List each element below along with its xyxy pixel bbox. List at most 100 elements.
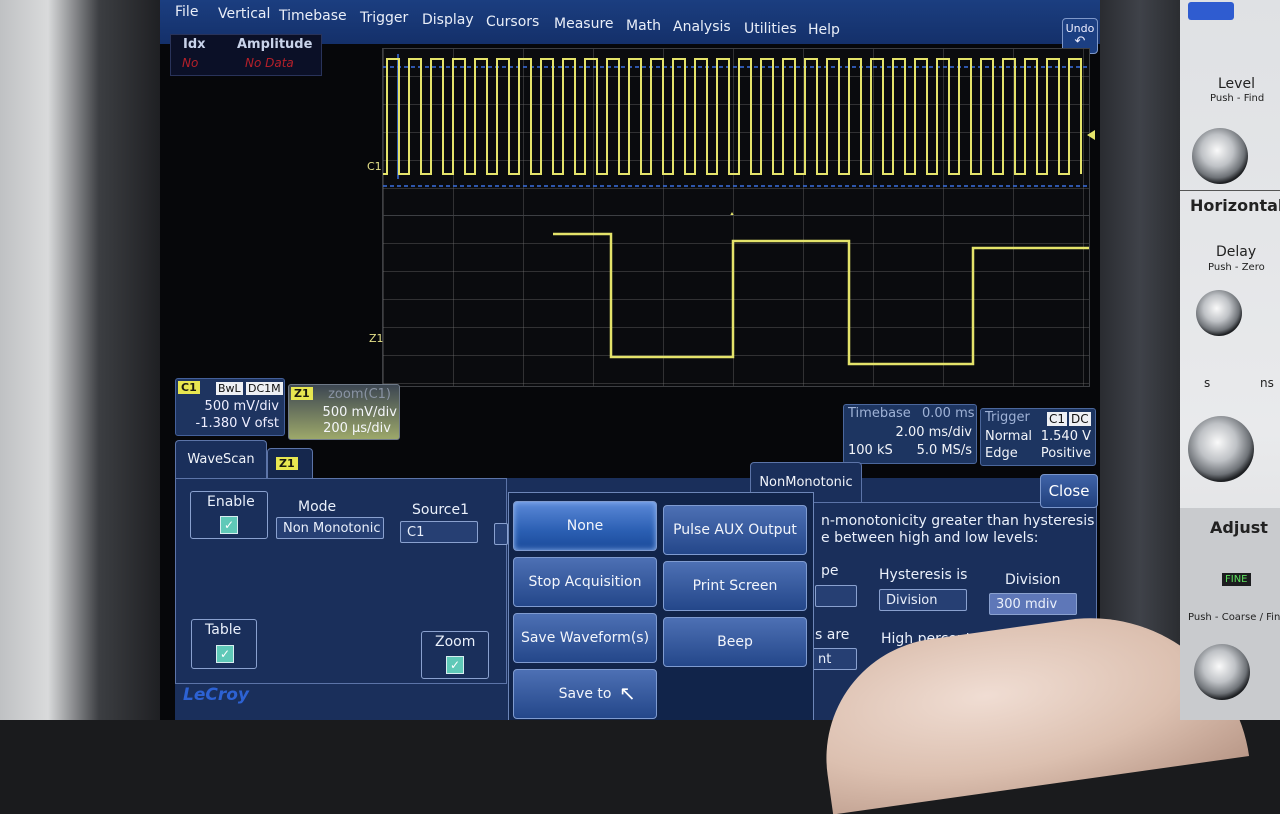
c1-scale: 500 mV/div: [204, 399, 279, 414]
timebase-samples: 100 kS: [848, 443, 893, 458]
table-checkbox-group[interactable]: Table ✓: [191, 619, 257, 669]
nanoseconds-label: ns: [1260, 376, 1274, 390]
nonmono-description-line2: e between high and low levels:: [821, 530, 1039, 546]
hardware-control-panel: Level Push - Find Horizontal Delay Push …: [1180, 0, 1280, 720]
timebase-knob[interactable]: [1188, 416, 1254, 482]
seconds-label: s: [1204, 376, 1211, 390]
action-stop-acquisition-button[interactable]: Stop Acquisition: [513, 557, 657, 607]
menu-trigger[interactable]: Trigger: [360, 10, 408, 26]
level-sub-label: Push - Find: [1210, 93, 1265, 104]
scope-bezel-left: [0, 0, 160, 720]
tab-z1-label: Z1: [276, 457, 298, 470]
timebase-label: Timebase: [848, 406, 911, 421]
table-label: Table: [205, 622, 242, 638]
c1-bw-badge: BwL: [216, 382, 243, 395]
action-print-screen-button[interactable]: Print Screen: [663, 561, 807, 611]
z1-time: 200 µs/div: [323, 421, 391, 436]
menu-display[interactable]: Display: [422, 12, 474, 28]
measurement-table[interactable]: Idx Amplitude No No Data: [170, 34, 322, 76]
menu-file[interactable]: File: [175, 4, 198, 20]
blue-hardware-button[interactable]: [1188, 2, 1234, 20]
tab-wavescan[interactable]: WaveScan: [175, 440, 267, 479]
trigger-coupling-badge: DC: [1069, 412, 1091, 426]
amplitude-value: No Data: [245, 56, 294, 70]
adjust-label: Adjust: [1210, 518, 1268, 537]
trigger-descriptor[interactable]: Trigger C1 DC Normal 1.540 V Edge Positi…: [980, 408, 1096, 466]
menu-math[interactable]: Math: [626, 18, 661, 34]
action-pulse-aux-button[interactable]: Pulse AUX Output: [663, 505, 807, 555]
timebase-delay: 0.00 ms: [922, 406, 975, 421]
timebase-descriptor[interactable]: Timebase 0.00 ms 2.00 ms/div 100 kS 5.0 …: [843, 404, 977, 464]
division-input[interactable]: 300 mdiv: [989, 593, 1077, 615]
menu-help[interactable]: Help: [808, 22, 840, 38]
z1-descriptor[interactable]: Z1 zoom(C1) 500 mV/div 200 µs/div: [288, 384, 400, 440]
enable-label: Enable: [207, 494, 255, 510]
table-checkbox[interactable]: ✓: [216, 645, 234, 663]
adjust-sub-label: Push - Coarse / Fine: [1188, 612, 1280, 623]
menu-utilities[interactable]: Utilities: [744, 21, 797, 37]
adjust-knob[interactable]: [1194, 644, 1250, 700]
slope-label-partial: pe: [821, 563, 839, 579]
menu-vertical[interactable]: Vertical: [218, 6, 270, 22]
z1-zoom-trace: [553, 232, 1089, 366]
levels-select-partial[interactable]: nt: [811, 648, 857, 670]
enable-checkbox[interactable]: ✓: [220, 516, 238, 534]
idx-value: No: [182, 56, 199, 70]
tab-wavescan-label: WaveScan: [187, 452, 255, 467]
timebase-rate: 5.0 MS/s: [916, 443, 972, 458]
action-save-waveform-button[interactable]: Save Waveform(s): [513, 613, 657, 663]
action-beep-button[interactable]: Beep: [663, 617, 807, 667]
delay-sub-label: Push - Zero: [1208, 262, 1265, 273]
timebase-per-div: 2.00 ms/div: [895, 425, 972, 440]
horizontal-label: Horizontal: [1190, 196, 1280, 215]
scope-bezel-right: [1100, 0, 1180, 720]
mode-select[interactable]: Non Monotonic: [276, 517, 384, 539]
tab-z1[interactable]: Z1: [267, 448, 313, 479]
panel-divider: [1180, 190, 1280, 191]
source2-select-partial[interactable]: [494, 523, 508, 545]
mode-label: Mode: [298, 499, 337, 515]
action-popup-menu: None Pulse AUX Output Stop Acquisition P…: [508, 492, 814, 720]
c1-offset: -1.380 V ofst: [195, 416, 279, 431]
tab-nonmonotonic-label: NonMonotonic: [759, 475, 853, 490]
fine-indicator: FINE: [1222, 573, 1251, 586]
trigger-type: Edge: [985, 446, 1018, 461]
menu-cursors[interactable]: Cursors: [486, 14, 539, 30]
menu-analysis[interactable]: Analysis: [673, 19, 731, 35]
c1-descriptor[interactable]: C1 BwL DC1M 500 mV/div -1.380 V ofst: [175, 378, 285, 436]
wavescan-panel: Enable ✓ Mode Non Monotonic Source1 C1 T…: [175, 478, 508, 705]
slope-select-partial[interactable]: [815, 585, 857, 607]
trigger-level: 1.540 V: [1040, 429, 1091, 444]
undo-arrow-icon: ↶: [1074, 34, 1086, 49]
scope-screen: File Vertical Timebase Trigger Display C…: [160, 0, 1100, 720]
hysteresis-select[interactable]: Division: [879, 589, 967, 611]
action-none-button[interactable]: None: [513, 501, 657, 551]
c1-trace-marker: C1: [367, 160, 382, 173]
c1-waveform-grid[interactable]: [382, 48, 1090, 220]
close-button[interactable]: Close: [1040, 474, 1098, 508]
zoom-checkbox-group[interactable]: Zoom ✓: [421, 631, 489, 679]
trigger-label: Trigger: [985, 410, 1030, 425]
delay-label: Delay: [1216, 244, 1257, 260]
hysteresis-label: Hysteresis is: [879, 567, 968, 583]
col-idx-header: Idx: [183, 37, 206, 52]
division-label: Division: [1005, 572, 1061, 588]
level-knob[interactable]: [1192, 128, 1248, 184]
trigger-slope: Positive: [1040, 446, 1091, 461]
menu-measure[interactable]: Measure: [554, 16, 614, 32]
menu-timebase[interactable]: Timebase: [279, 8, 347, 24]
trigger-mode: Normal: [985, 429, 1033, 444]
source1-label: Source1: [412, 502, 469, 518]
source1-select[interactable]: C1: [400, 521, 478, 543]
c1-waveform-trace: [383, 54, 1089, 187]
z1-tag: Z1: [291, 387, 313, 400]
delay-knob[interactable]: [1196, 290, 1242, 336]
enable-checkbox-group[interactable]: Enable ✓: [190, 491, 268, 539]
z1-zoom-grid[interactable]: [382, 215, 1090, 387]
c1-tag: C1: [178, 381, 200, 394]
z1-title: zoom(C1): [328, 387, 391, 402]
z1-trace-marker: Z1: [369, 332, 384, 345]
nonmono-description-line1: n-monotonicity greater than hysteresis: [821, 513, 1095, 529]
lecroy-logo: LeCroy: [183, 685, 249, 705]
zoom-checkbox[interactable]: ✓: [446, 656, 464, 674]
